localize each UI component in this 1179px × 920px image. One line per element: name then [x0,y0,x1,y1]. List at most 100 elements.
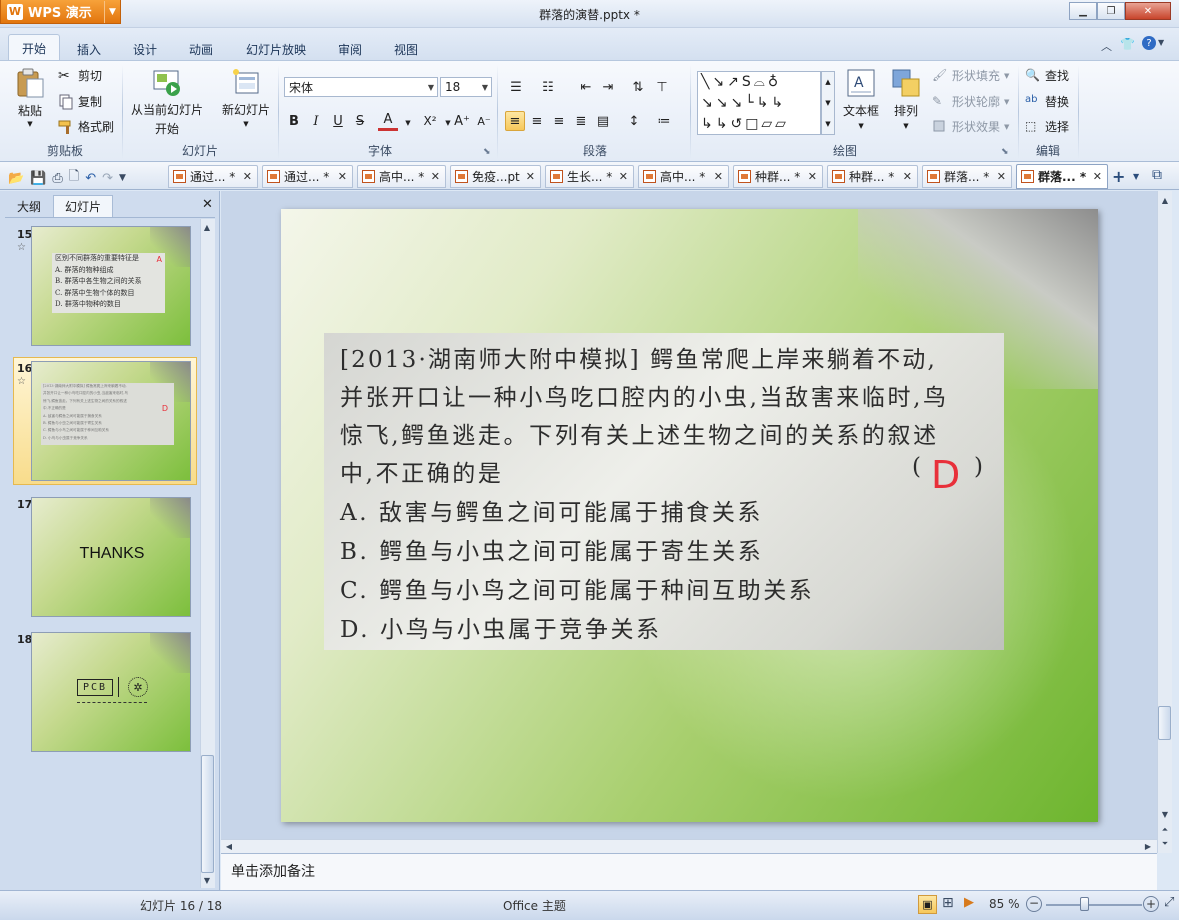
new-slide-button[interactable]: 新幻灯片 ▼ [219,67,273,128]
slide-horizontal-scrollbar[interactable] [221,839,1157,853]
maximize-button[interactable]: ❐ [1097,2,1125,20]
window-switch-icon[interactable]: ⧉ [1152,167,1162,183]
increase-indent-icon[interactable]: ⇥ [598,77,618,97]
distributed-icon[interactable]: ▤ [593,111,613,131]
document-tab[interactable]: 高中... * ✕ [638,165,729,188]
scroll-down-icon[interactable]: ▼ [1158,807,1172,821]
save-icon[interactable]: 💾 [30,171,46,186]
document-tab[interactable]: 通过... * ✕ [168,165,258,188]
slide-thumbnail-15[interactable]: 区别不同群落的重要特征是 A. 群落的物种组成 B. 群落中各生物之间的关系 C… [31,226,191,346]
italic-button[interactable]: I [306,111,326,131]
superscript-button[interactable]: X² [420,111,440,131]
textbox-button[interactable]: A 文本框 ▼ [843,67,879,130]
paragraph-spacing-icon[interactable]: ≔ [654,111,674,131]
scroll-down-icon[interactable]: ▼ [200,873,214,887]
tab-list-dropdown-icon[interactable]: ▼ [1133,172,1139,181]
close-tab-icon[interactable]: ✕ [903,170,912,183]
document-tab[interactable]: 种群... * ✕ [733,165,823,188]
slide-vertical-scrollbar[interactable] [1157,191,1172,853]
find-button[interactable]: 🔍 查找 [1025,67,1069,84]
slide-thumbnail-16[interactable]: [2013·湖南师大附中模拟] 鳄鱼常爬上岸来躺着不动, 并张开口让一种小鸟吃口… [31,361,191,481]
font-color-dropdown-icon[interactable]: ▼ [398,113,418,133]
skin-icon[interactable]: 👕 [1120,37,1135,51]
question-image[interactable]: [2013·湖南师大附中模拟] 鳄鱼常爬上岸来躺着不动, 并张开口让一种小鸟吃口… [324,333,1004,650]
tab-slides[interactable]: 幻灯片 [53,195,113,217]
next-slide-icon[interactable]: ⏷ [1158,837,1172,851]
start-from-current-button[interactable]: 从当前幻灯片 开始 [130,67,204,137]
slide-sorter-view-icon[interactable]: ⊞ [942,895,954,911]
close-tab-icon[interactable]: ✕ [338,170,347,183]
close-tab-icon[interactable]: ✕ [714,170,723,183]
select-button[interactable]: ⬚ 选择 [1025,118,1069,135]
align-left-icon[interactable]: ≡ [505,111,525,131]
slideshow-view-icon[interactable]: ▶ [964,895,974,910]
line-spacing-icon[interactable]: ↕ [624,111,644,131]
cut-button[interactable]: ✂ 剪切 [58,67,102,84]
tab-slideshow[interactable]: 幻灯片放映 [233,38,319,60]
slide-thumbnail-18[interactable]: PCB ✲ [31,632,191,752]
slide-thumbnail-17[interactable]: THANKS [31,497,191,617]
align-right-icon[interactable]: ≡ [549,111,569,131]
format-painter-button[interactable]: 格式刷 [58,118,114,135]
numbering-icon[interactable]: ☷ [538,77,558,97]
redo-icon[interactable]: ↷ [102,171,113,186]
text-direction-icon[interactable]: ⇅ [628,77,648,97]
increase-font-icon[interactable]: A⁺ [452,111,472,131]
help-dropdown-icon[interactable]: ▼ [1158,38,1164,47]
notes-pane[interactable]: 单击添加备注 [221,853,1157,890]
font-dialog-launcher-icon[interactable]: ⬊ [483,147,491,157]
slide-scroll-thumb[interactable] [1158,706,1171,740]
close-window-button[interactable]: ✕ [1125,2,1171,20]
collapse-ribbon-icon[interactable]: ︿ [1101,38,1112,54]
drawing-dialog-launcher-icon[interactable]: ⬊ [1001,147,1009,157]
zoom-slider[interactable] [1046,904,1142,906]
document-tab[interactable]: 种群... * ✕ [827,165,918,188]
previous-slide-icon[interactable]: ⏶ [1158,823,1172,837]
strikethrough-button[interactable]: S [350,111,370,131]
customize-toolbar-icon[interactable]: ▼ [119,173,126,183]
decrease-font-icon[interactable]: A⁻ [474,111,494,131]
new-tab-button[interactable]: + [1112,167,1125,186]
font-name-select[interactable]: 宋体 ▼ [284,77,438,97]
shapes-gallery[interactable]: ╲↘↗S⌓♁ ↘↘↘└↳↳ ↳↳↺□▱▱ [697,71,821,135]
document-tab[interactable]: 免疫...pt ✕ [450,165,541,188]
print-preview-icon[interactable]: 🗋 [69,167,79,189]
close-tab-icon[interactable]: ✕ [808,170,817,183]
zoom-in-icon[interactable]: + [1143,896,1159,912]
document-tab[interactable]: 群落... * ✕ [922,165,1012,188]
undo-icon[interactable]: ↶ [85,171,96,186]
close-tab-icon[interactable]: ✕ [526,170,535,183]
document-tab[interactable]: 生长... * ✕ [545,165,634,188]
decrease-indent-icon[interactable]: ⇤ [576,77,596,97]
arrange-button[interactable]: 排列 ▼ [890,67,922,130]
document-tab[interactable]: 通过... * ✕ [262,165,353,188]
shape-fill-button[interactable]: 🖌 形状填充 ▼ [932,67,1009,84]
help-icon[interactable]: ? [1142,36,1156,50]
bold-button[interactable]: B [284,111,304,131]
tab-insert[interactable]: 插入 [64,38,114,60]
document-tab[interactable]: 群落... * ✕ [1016,164,1108,189]
fit-to-window-icon[interactable]: ⤢ [1164,895,1174,910]
slides-panel-scroll-thumb[interactable] [201,755,214,873]
tab-review[interactable]: 审阅 [325,38,375,60]
copy-button[interactable]: 复制 [58,93,102,110]
tab-home[interactable]: 开始 [8,34,61,61]
tab-view[interactable]: 视图 [381,38,431,60]
zoom-out-icon[interactable]: − [1026,896,1042,912]
justify-icon[interactable]: ≣ [571,111,591,131]
font-size-select[interactable]: 18 ▼ [440,77,492,97]
close-tab-icon[interactable]: ✕ [431,170,440,183]
align-center-icon[interactable]: ≡ [527,111,547,131]
shape-effect-button[interactable]: 形状效果 ▼ [932,118,1009,135]
scroll-right-icon[interactable]: ▶ [1141,839,1155,853]
scroll-up-icon[interactable]: ▲ [1158,193,1172,207]
tab-design[interactable]: 设计 [120,38,170,60]
minimize-button[interactable]: ▁ [1069,2,1097,20]
shapes-gallery-scroll[interactable]: ▲ ▼ ▼ [821,71,835,135]
tab-animation[interactable]: 动画 [176,38,226,60]
normal-view-icon[interactable]: ▣ [918,895,937,914]
paste-button[interactable]: 粘贴 ▼ [14,67,46,128]
font-color-button[interactable]: A [378,111,398,131]
open-folder-icon[interactable]: 📂 [8,171,24,186]
bullets-icon[interactable]: ☰ [506,77,526,97]
